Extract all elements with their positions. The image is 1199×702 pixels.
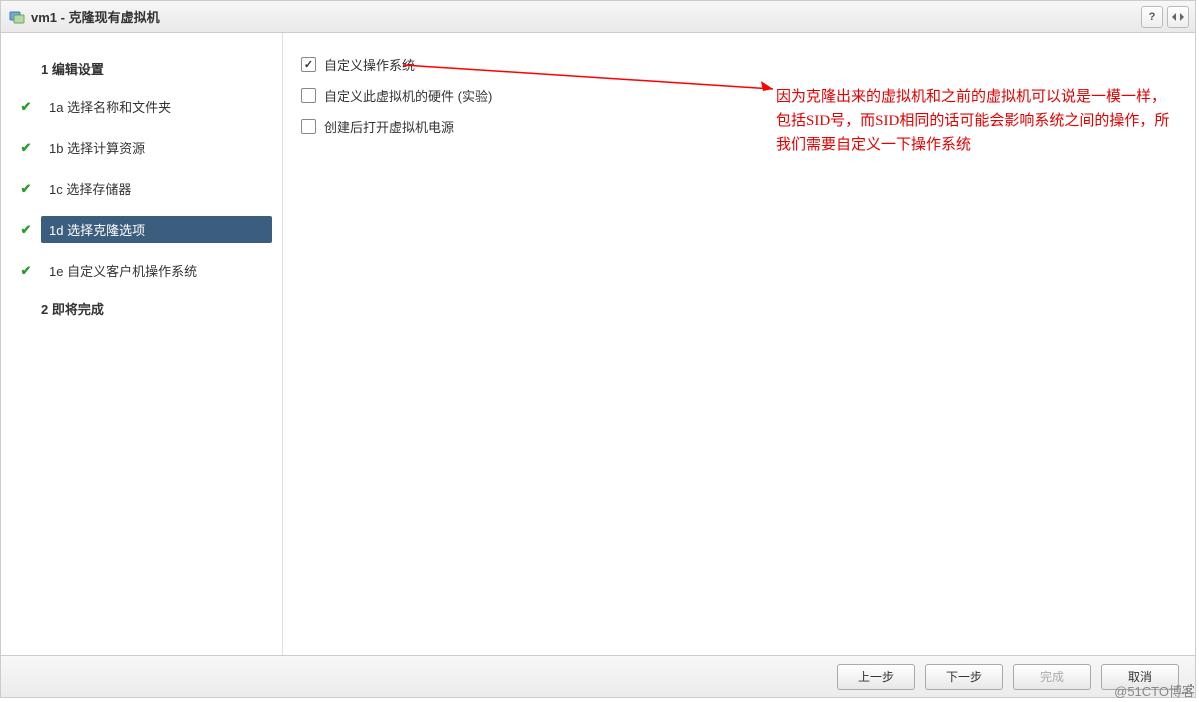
help-button[interactable]: ? bbox=[1141, 6, 1163, 28]
watermark-text: @51CTO博客 bbox=[1114, 681, 1195, 700]
step-major-label: 编辑设置 bbox=[52, 62, 104, 77]
footer-buttons: 上一步 下一步 完成 取消 bbox=[1, 655, 1195, 697]
checkbox-icon[interactable] bbox=[301, 88, 316, 103]
main-panel: 自定义操作系统 自定义此虚拟机的硬件 (实验) 创建后打开虚拟机电源 因为克隆出… bbox=[283, 33, 1195, 655]
option-customize-os[interactable]: 自定义操作系统 bbox=[301, 55, 1175, 74]
option-label: 自定义操作系统 bbox=[324, 55, 415, 74]
next-button[interactable]: 下一步 bbox=[925, 664, 1003, 690]
check-icon: ✔ bbox=[17, 99, 35, 115]
step-label: 选择名称和文件夹 bbox=[67, 100, 171, 115]
check-icon: ✔ bbox=[17, 140, 35, 156]
annotation-text: 因为克隆出来的虚拟机和之前的虚拟机可以说是一模一样，包括SID号，而SID相同的… bbox=[776, 85, 1171, 157]
check-icon: ✔ bbox=[17, 181, 35, 197]
step-major-num: 1 bbox=[41, 62, 48, 77]
step-label: 自定义客户机操作系统 bbox=[67, 264, 197, 279]
window-controls-icon[interactable] bbox=[1167, 6, 1189, 28]
step-label: 选择计算资源 bbox=[67, 141, 145, 156]
titlebar: vm1 - 克隆现有虚拟机 ? bbox=[1, 1, 1195, 33]
content-area: 1 编辑设置 ✔ 1a 选择名称和文件夹 ✔ 1b 选择计算资源 ✔ bbox=[1, 33, 1195, 655]
step-1b[interactable]: ✔ 1b 选择计算资源 bbox=[1, 127, 282, 168]
step-major-label: 即将完成 bbox=[52, 302, 104, 317]
step-major-1[interactable]: 1 编辑设置 bbox=[1, 51, 282, 86]
finish-button[interactable]: 完成 bbox=[1013, 664, 1091, 690]
step-id: 1e bbox=[49, 264, 63, 279]
checkbox-icon[interactable] bbox=[301, 119, 316, 134]
step-1e[interactable]: ✔ 1e 自定义客户机操作系统 bbox=[1, 250, 282, 291]
clone-wizard-dialog: vm1 - 克隆现有虚拟机 ? 1 编辑设置 ✔ 1a 选择名称和文件夹 bbox=[0, 0, 1196, 698]
back-button[interactable]: 上一步 bbox=[837, 664, 915, 690]
step-id: 1d bbox=[49, 223, 63, 238]
check-icon: ✔ bbox=[17, 222, 35, 238]
option-label: 创建后打开虚拟机电源 bbox=[324, 117, 454, 136]
step-1c[interactable]: ✔ 1c 选择存储器 bbox=[1, 168, 282, 209]
step-id: 1c bbox=[49, 182, 63, 197]
step-id: 1b bbox=[49, 141, 63, 156]
step-1a[interactable]: ✔ 1a 选择名称和文件夹 bbox=[1, 86, 282, 127]
step-label: 选择存储器 bbox=[66, 182, 131, 197]
vm-icon bbox=[9, 9, 25, 25]
step-major-2[interactable]: 2 即将完成 bbox=[1, 291, 282, 326]
option-label: 自定义此虚拟机的硬件 (实验) bbox=[324, 86, 492, 105]
checkbox-icon[interactable] bbox=[301, 57, 316, 72]
wizard-steps-sidebar: 1 编辑设置 ✔ 1a 选择名称和文件夹 ✔ 1b 选择计算资源 ✔ bbox=[1, 33, 283, 655]
step-major-num: 2 bbox=[41, 302, 48, 317]
step-label: 选择克隆选项 bbox=[67, 223, 145, 238]
step-1d[interactable]: ✔ 1d 选择克隆选项 bbox=[1, 209, 282, 250]
step-id: 1a bbox=[49, 100, 63, 115]
dialog-title: vm1 - 克隆现有虚拟机 bbox=[31, 7, 1137, 26]
check-icon: ✔ bbox=[17, 263, 35, 279]
